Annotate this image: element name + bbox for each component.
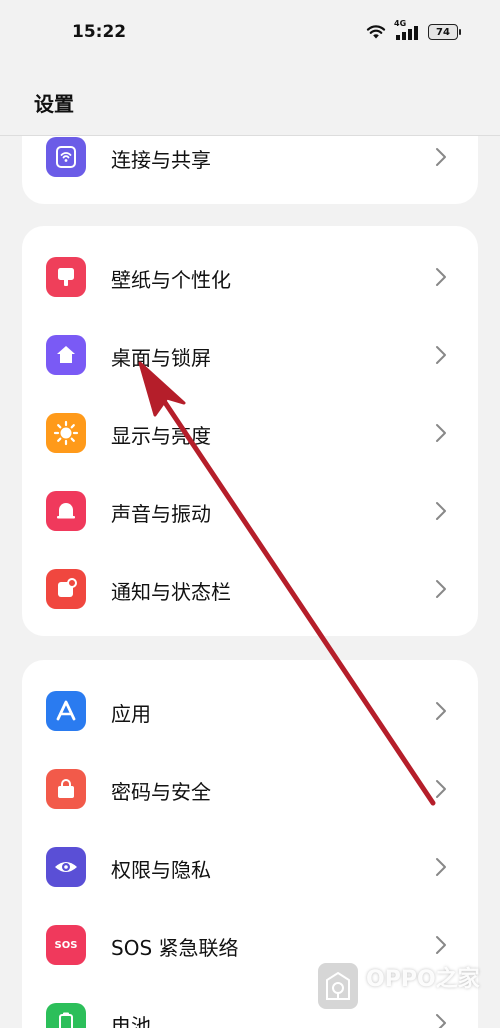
wifi-icon [366,25,386,39]
notification-icon [46,569,86,609]
settings-item-permissions-privacy[interactable]: 权限与隐私 [22,828,478,906]
sun-icon [46,413,86,453]
settings-item-notifications[interactable]: 通知与状态栏 [22,550,478,628]
settings-item-wallpaper[interactable]: 壁纸与个性化 [22,238,478,316]
chevron-right-icon [436,424,446,442]
settings-item-label: 权限与隐私 [111,858,211,882]
settings-item-home-lockscreen[interactable]: 桌面与锁屏 [22,316,478,394]
chevron-right-icon [436,702,446,720]
brand-logo-icon [318,963,358,1009]
status-bar: 15:22 4G 74 [0,0,500,64]
chevron-right-icon [436,346,446,364]
settings-item-label: 声音与振动 [111,502,211,526]
settings-item-label: 壁纸与个性化 [111,268,231,292]
lock-bag-icon [46,769,86,809]
watermark-url: www.oppojia.com [358,993,445,1003]
chevron-right-icon [436,580,446,598]
home-icon [46,335,86,375]
settings-item-label: 通知与状态栏 [111,580,231,604]
settings-item-label: SOS 紧急联络 [111,936,239,960]
settings-group-personalization: 壁纸与个性化 桌面与锁屏 显示与亮度 声音与振动 通知与状态栏 [22,226,478,636]
battery-icon [46,1003,86,1028]
signal-icon [396,26,418,40]
status-time: 15:22 [72,22,127,42]
share-icon [46,137,86,177]
settings-item-label: 电池 [111,1014,151,1028]
settings-item-apps[interactable]: 应用 [22,672,478,750]
settings-item-sound-vibration[interactable]: 声音与振动 [22,472,478,550]
sos-icon: SOS [46,925,86,965]
battery-indicator: 74 [428,24,461,40]
battery-level: 74 [436,26,450,38]
chevron-right-icon [436,936,446,954]
apps-icon [46,691,86,731]
chevron-right-icon [436,502,446,520]
chevron-right-icon [436,148,446,166]
eye-icon [46,847,86,887]
chevron-right-icon [436,858,446,876]
chevron-right-icon [436,780,446,798]
watermark: OPPO之家 www.oppojia.com [318,960,488,1012]
status-icons: 4G 74 [366,19,461,42]
settings-item-display-brightness[interactable]: 显示与亮度 [22,394,478,472]
cellular-signal: 4G [394,19,420,41]
page-title: 设置 [34,92,74,116]
bell-icon [46,491,86,531]
settings-item-label: 连接与共享 [111,148,211,172]
sos-icon-text: SOS [54,939,78,951]
chevron-right-icon [436,1014,446,1028]
settings-item-password-security[interactable]: 密码与安全 [22,750,478,828]
watermark-brand: OPPO之家 [366,967,480,992]
settings-item-label: 桌面与锁屏 [111,346,211,370]
chevron-right-icon [436,268,446,286]
settings-item-label: 应用 [111,702,151,726]
page-header: 设置 [0,64,500,136]
wallpaper-icon [46,257,86,297]
settings-item-label: 显示与亮度 [111,424,211,448]
settings-item-label: 密码与安全 [111,780,211,804]
